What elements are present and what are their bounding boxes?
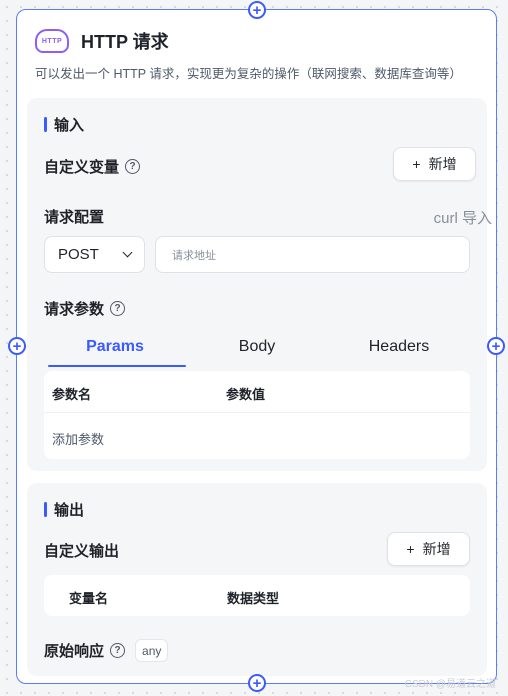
chevron-down-icon [122,247,133,258]
method-select[interactable]: POST [44,236,145,273]
node-header: HTTP HTTP 请求 [35,28,169,54]
add-output-button[interactable]: + 新增 [387,532,470,566]
add-param-link[interactable]: 添加参数 [52,429,104,448]
output-table: 变量名 数据类型 [44,575,470,616]
url-input[interactable]: 请求地址 [155,236,470,273]
request-params-text: 请求参数 [44,301,105,318]
column-header-variable-name: 变量名 [69,591,109,606]
table-divider [44,412,470,413]
help-icon[interactable]: ? [110,301,126,316]
tab-headers[interactable]: Headers [328,338,470,366]
column-header-data-type: 数据类型 [227,591,280,606]
output-section-title: 输出 [54,502,85,519]
type-badge: any [135,639,169,662]
url-placeholder: 请求地址 [172,249,216,262]
method-value: POST [58,246,99,263]
params-tabs: Params Body Headers [44,338,470,367]
request-config-text: 请求配置 [44,209,105,226]
connect-handle-top-icon[interactable]: + [248,1,266,19]
plus-icon: + [406,541,415,557]
params-table: 参数名 参数值 添加参数 [44,371,470,459]
request-config-label: 请求配置 [44,206,104,227]
request-params-label: 请求参数 ? [44,298,126,319]
tab-body[interactable]: Body [186,338,328,366]
connect-handle-left-icon[interactable]: + [8,337,26,355]
custom-output-text: 自定义输出 [44,543,120,560]
connect-handle-right-icon[interactable]: + [487,337,505,355]
output-section-heading: 输出 [44,499,84,520]
plus-icon: + [412,156,421,172]
node-title: HTTP 请求 [81,32,169,52]
http-cloud-icon: HTTP [35,29,69,53]
help-icon[interactable]: ? [125,159,141,174]
column-header-param-name: 参数名 [52,387,92,402]
node-description: 可以发出一个 HTTP 请求，实现更为复杂的操作（联网搜索、数据库查询等） [35,67,462,81]
connect-handle-bottom-icon[interactable]: + [248,674,266,692]
watermark: CSDN @易道云之道 [404,679,496,690]
curl-import-link[interactable]: curl 导入 [434,207,492,228]
column-header-param-value: 参数值 [226,387,266,402]
custom-variables-text: 自定义变量 [44,159,120,176]
raw-response-row: 原始响应 ? any [44,639,169,662]
add-variable-button[interactable]: + 新增 [393,147,476,181]
section-accent-bar [44,502,47,517]
input-section-heading: 输入 [44,114,84,135]
add-variable-label: 新增 [428,156,457,172]
custom-output-label: 自定义输出 [44,540,119,561]
tab-params[interactable]: Params [44,338,186,367]
custom-variables-label: 自定义变量 ? [44,156,141,177]
help-icon[interactable]: ? [110,643,126,658]
section-accent-bar [44,117,47,132]
raw-response-label: 原始响应 [44,643,105,660]
input-section-title: 输入 [54,117,85,134]
add-output-label: 新增 [422,541,451,557]
